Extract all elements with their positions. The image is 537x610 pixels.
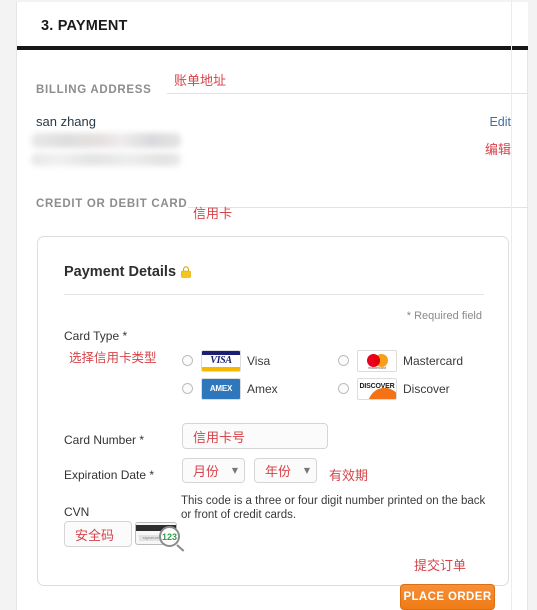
cvn-input[interactable]: 安全码 <box>64 521 132 547</box>
redacted-address-line-1 <box>31 133 181 148</box>
expiration-annotation: 有效期 <box>329 469 369 484</box>
panel-divider <box>64 294 484 295</box>
billing-name: san zhang <box>36 114 96 129</box>
card-type-option-amex[interactable]: AMEX Amex <box>182 378 332 400</box>
lock-icon <box>181 266 191 278</box>
visa-logo-icon: VISA <box>201 350 241 372</box>
amex-logo-icon: AMEX <box>201 378 241 400</box>
billing-address-rule <box>167 93 528 94</box>
radio-amex[interactable] <box>182 383 193 394</box>
billing-address-label: BILLING ADDRESS <box>36 84 152 96</box>
expiration-date-label: Expiration Date * <box>64 468 155 482</box>
edit-annotation: 编辑 <box>484 143 511 158</box>
chevron-down-icon: ▼ <box>231 466 238 475</box>
discover-logo-icon: DISCOVER <box>357 378 397 400</box>
right-divider <box>511 0 512 610</box>
amex-logo-text: AMEX <box>209 384 233 393</box>
mastercard-logo-text: mastercard <box>367 365 386 370</box>
billing-address-annotation: 账单地址 <box>174 74 227 89</box>
visa-logo-text: VISA <box>210 355 232 366</box>
card-type-option-visa[interactable]: VISA Visa <box>182 350 332 372</box>
card-type-label: Card Type * <box>64 329 128 343</box>
credit-card-annotation: 信用卡 <box>193 207 233 222</box>
card-number-label: Card Number * <box>64 433 145 447</box>
card-type-label-mastercard: Mastercard <box>403 354 464 368</box>
expiration-year-select[interactable]: 年份 ▼ <box>254 458 317 483</box>
card-type-annotation: 选择信用卡类型 <box>69 350 157 365</box>
place-order-annotation: 提交订单 <box>414 559 467 574</box>
chevron-down-icon-year: ▼ <box>303 466 310 475</box>
redacted-address-line-2 <box>31 153 181 166</box>
payment-details-title: Payment Details <box>64 264 177 280</box>
credit-card-label: CREDIT OR DEBIT CARD <box>36 198 188 210</box>
expiration-month-select[interactable]: 月份 ▼ <box>182 458 245 483</box>
card-type-option-discover[interactable]: DISCOVER Discover <box>338 378 508 400</box>
billing-address-section-header: BILLING ADDRESS <box>36 84 528 102</box>
credit-card-section-header: CREDIT OR DEBIT CARD <box>36 198 528 216</box>
edit-billing-address-link[interactable]: Edit <box>489 115 511 129</box>
checkout-payment-page: 3. PAYMENT BILLING ADDRESS 账单地址 san zhan… <box>0 0 537 610</box>
cvn-location-icon: signature 123 <box>135 520 187 552</box>
radio-discover[interactable] <box>338 383 349 394</box>
cvn-help-text: This code is a three or four digit numbe… <box>181 495 486 522</box>
expiration-month-value: 月份 <box>193 465 220 480</box>
required-field-note: * Required field <box>406 310 482 322</box>
card-type-label-amex: Amex <box>247 382 278 396</box>
expiration-year-value: 年份 <box>265 465 292 480</box>
payment-details-panel: Payment Details * Required field Card Ty… <box>37 236 509 586</box>
page-title: 3. PAYMENT <box>41 18 128 34</box>
radio-mastercard[interactable] <box>338 355 349 366</box>
radio-visa[interactable] <box>182 355 193 366</box>
credit-card-rule <box>188 207 528 208</box>
card-type-label-visa: Visa <box>247 354 271 368</box>
card-number-input[interactable]: 信用卡号 <box>182 423 328 449</box>
mastercard-logo-icon: mastercard <box>357 350 397 372</box>
place-order-button[interactable]: PLACE ORDER <box>400 584 495 610</box>
cvn-label: CVN <box>64 505 90 519</box>
step-header: 3. PAYMENT <box>17 2 528 46</box>
card-type-option-mastercard[interactable]: mastercard Mastercard <box>338 350 508 372</box>
card-type-label-discover: Discover <box>403 382 450 396</box>
header-divider <box>17 46 528 50</box>
content-card: 3. PAYMENT BILLING ADDRESS 账单地址 san zhan… <box>16 2 528 610</box>
